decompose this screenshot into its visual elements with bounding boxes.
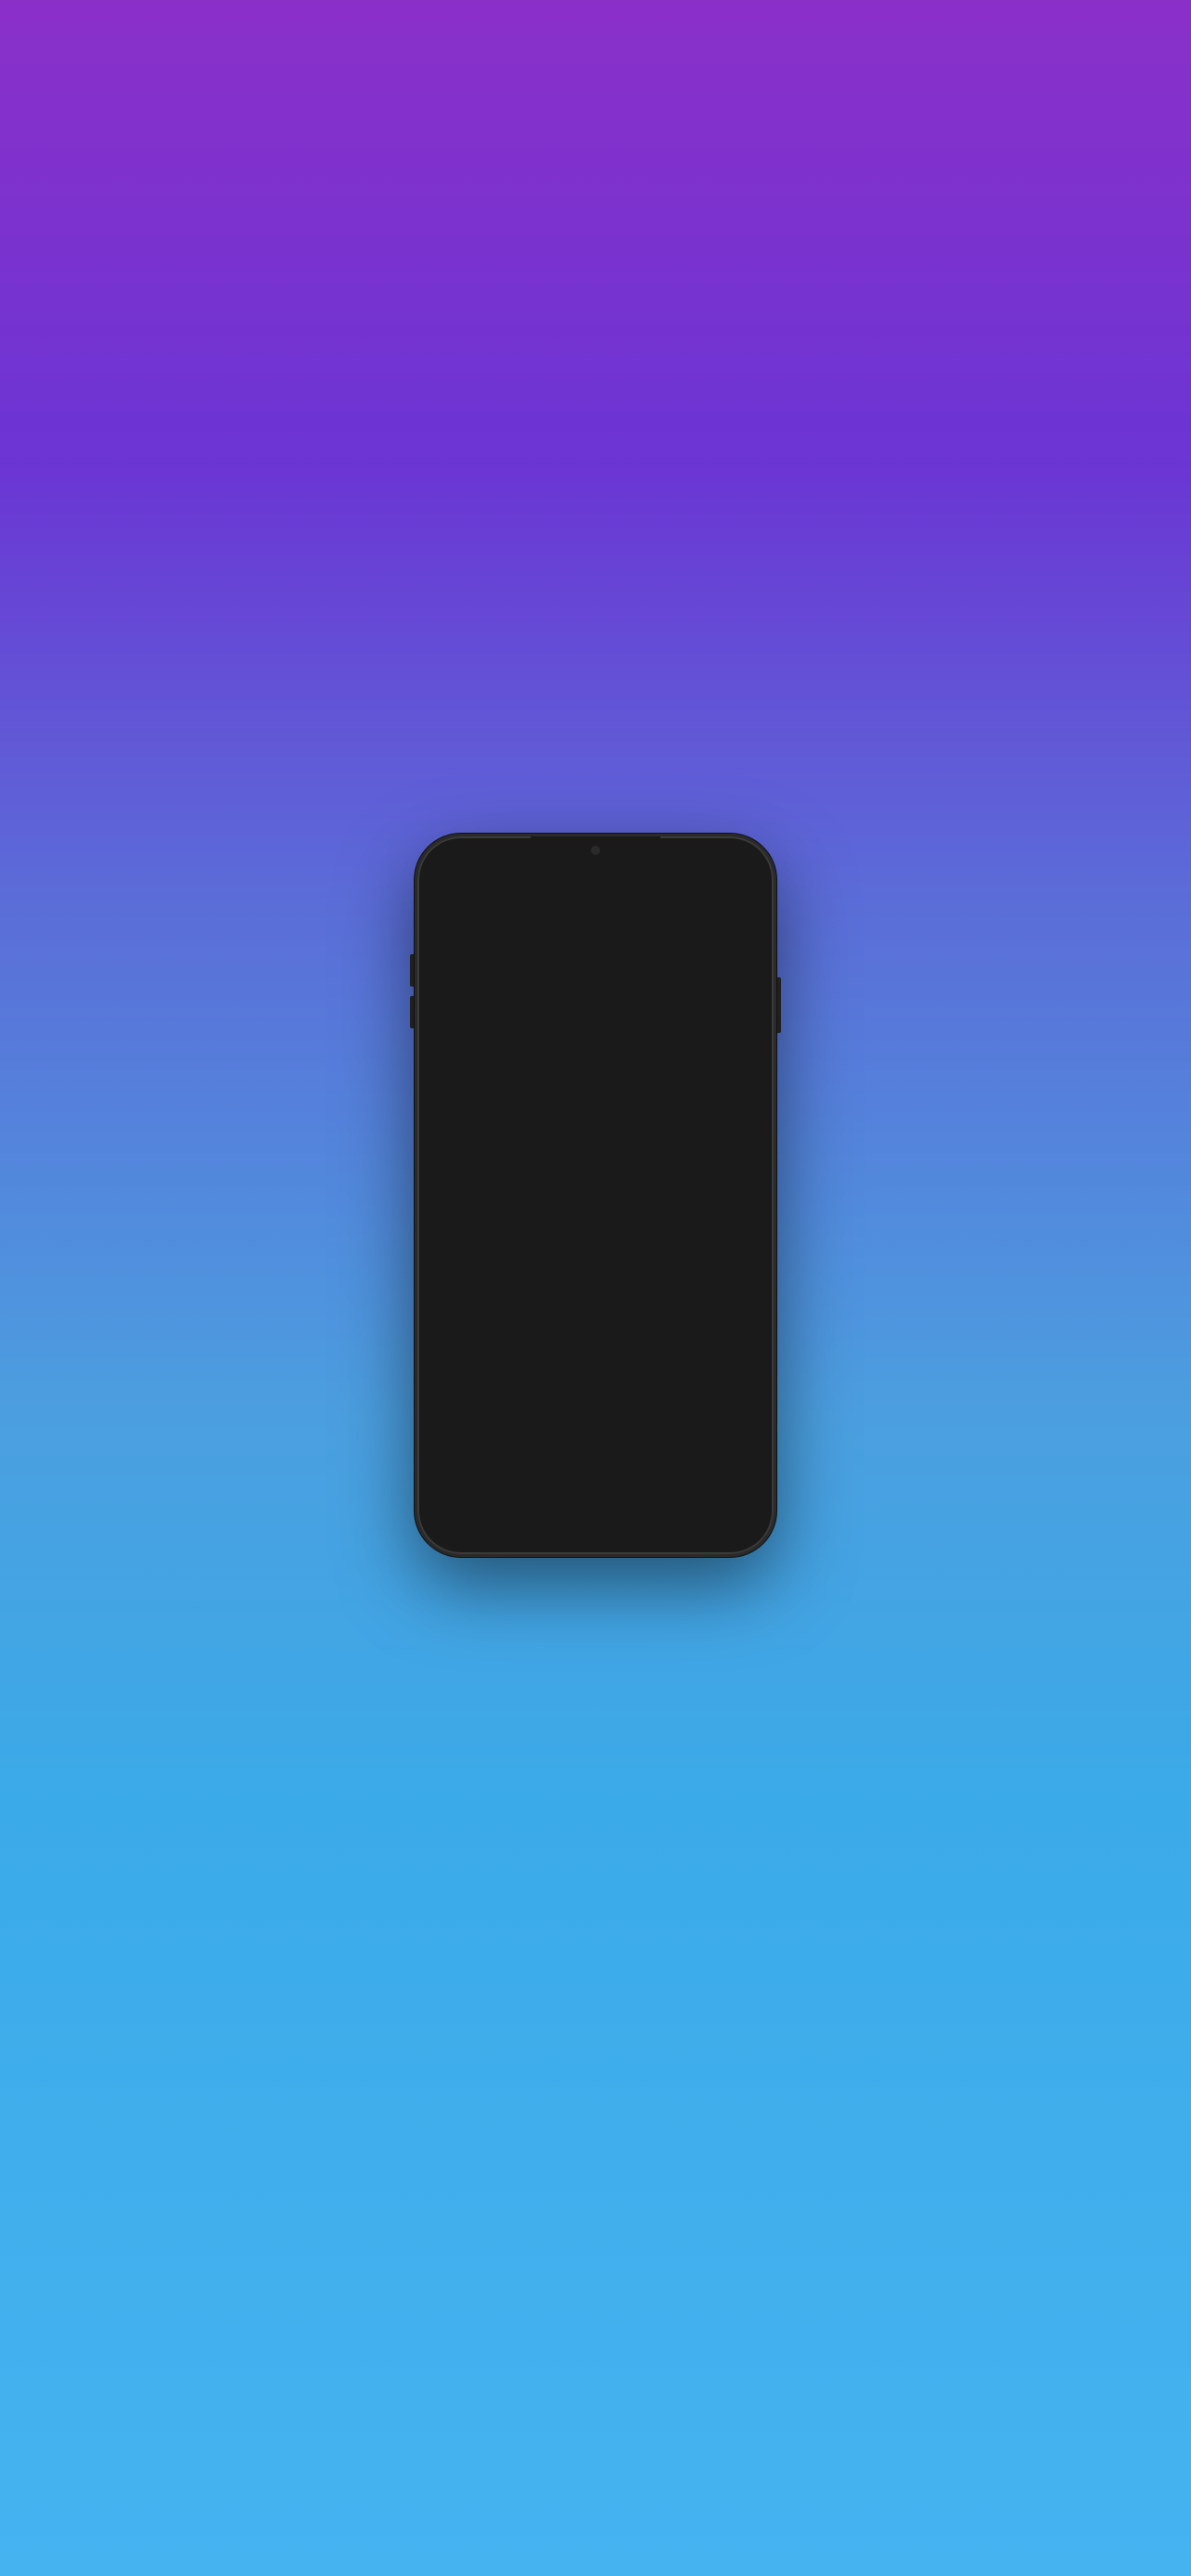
settings-icon: [672, 920, 688, 937]
top-bar: Reintroduce Yourself: [424, 843, 767, 908]
hamburger-line-2: [439, 887, 459, 890]
drop-icon: [694, 920, 707, 937]
banner-left-icons: [484, 919, 523, 937]
banner-title: Consultations: [532, 917, 662, 938]
service-title-hifu: 3D HIFU Facelift: [439, 1098, 752, 1115]
service-card-hifu: Book Now: [439, 1122, 752, 1205]
service-title-skin-tightening: Skin Tightening: [439, 964, 752, 981]
service-section-body-contouring: Body Contouring Book Now: [424, 1218, 767, 1339]
hamburger-line-3: [439, 893, 459, 896]
service-title-nano-sure: Nano-Sure: [439, 1365, 752, 1382]
service-image-body-contouring: [439, 1256, 669, 1339]
nav-label-home: Home: [455, 1522, 478, 1531]
book-now-button-hifu[interactable]: Book Now: [669, 1122, 752, 1205]
consultations-banner: Consultations: [424, 908, 767, 951]
nav-label-consultations: Consultations: [610, 1523, 666, 1532]
steam-icon: [484, 919, 499, 937]
nav-label-appointments: My Appointments: [520, 1522, 584, 1531]
service-section-nano-sure: Nano-Sure Book Now: [424, 1352, 767, 1473]
nav-label-account: Account: [709, 1522, 739, 1531]
service-image-hifu: [439, 1122, 669, 1205]
lines-icon: [505, 922, 523, 935]
consultations-icon: [628, 1499, 648, 1520]
service-card-nano-sure: Book Now: [439, 1389, 752, 1473]
main-content: Skin Tightening Book Now 3D HIFU Facelif…: [424, 951, 767, 1487]
volume-up-button: [410, 954, 414, 987]
bottom-nav: Home My Appointments: [424, 1487, 767, 1548]
volume-down-button: [410, 996, 414, 1028]
service-section-hifu: 3D HIFU Facelift Book Now: [424, 1085, 767, 1205]
hamburger-line-1: [439, 881, 459, 884]
phone-screen: Reintroduce Yourself Consultations: [424, 843, 767, 1548]
screen-content: Reintroduce Yourself Consultations: [424, 843, 767, 1548]
nav-item-appointments[interactable]: My Appointments: [510, 1500, 596, 1531]
book-now-button-body-contouring[interactable]: Book Now: [669, 1256, 752, 1339]
nav-item-home[interactable]: Home: [424, 1500, 510, 1531]
banner-right-icons: [672, 920, 707, 937]
app-tagline: Reintroduce Yourself: [552, 884, 638, 893]
service-section-skin-tightening: Skin Tightening Book Now: [424, 951, 767, 1072]
power-button: [777, 977, 781, 1033]
service-card-body-contouring: Book Now: [439, 1256, 752, 1339]
nav-item-account[interactable]: Account: [682, 1500, 768, 1531]
service-image-skin-tightening: [439, 988, 669, 1072]
hamburger-menu-button[interactable]: [439, 881, 459, 896]
account-icon: [715, 1500, 734, 1519]
service-image-nano-sure: [439, 1389, 669, 1473]
home-icon: [457, 1500, 476, 1519]
book-now-button-nano-sure[interactable]: Book Now: [669, 1389, 752, 1473]
appointments-icon: [544, 1500, 562, 1519]
service-card-skin-tightening: Book Now: [439, 988, 752, 1072]
book-now-button-skin-tightening[interactable]: Book Now: [669, 988, 752, 1072]
service-title-body-contouring: Body Contouring: [439, 1231, 752, 1248]
nav-item-consultations[interactable]: Consultations: [596, 1499, 682, 1532]
